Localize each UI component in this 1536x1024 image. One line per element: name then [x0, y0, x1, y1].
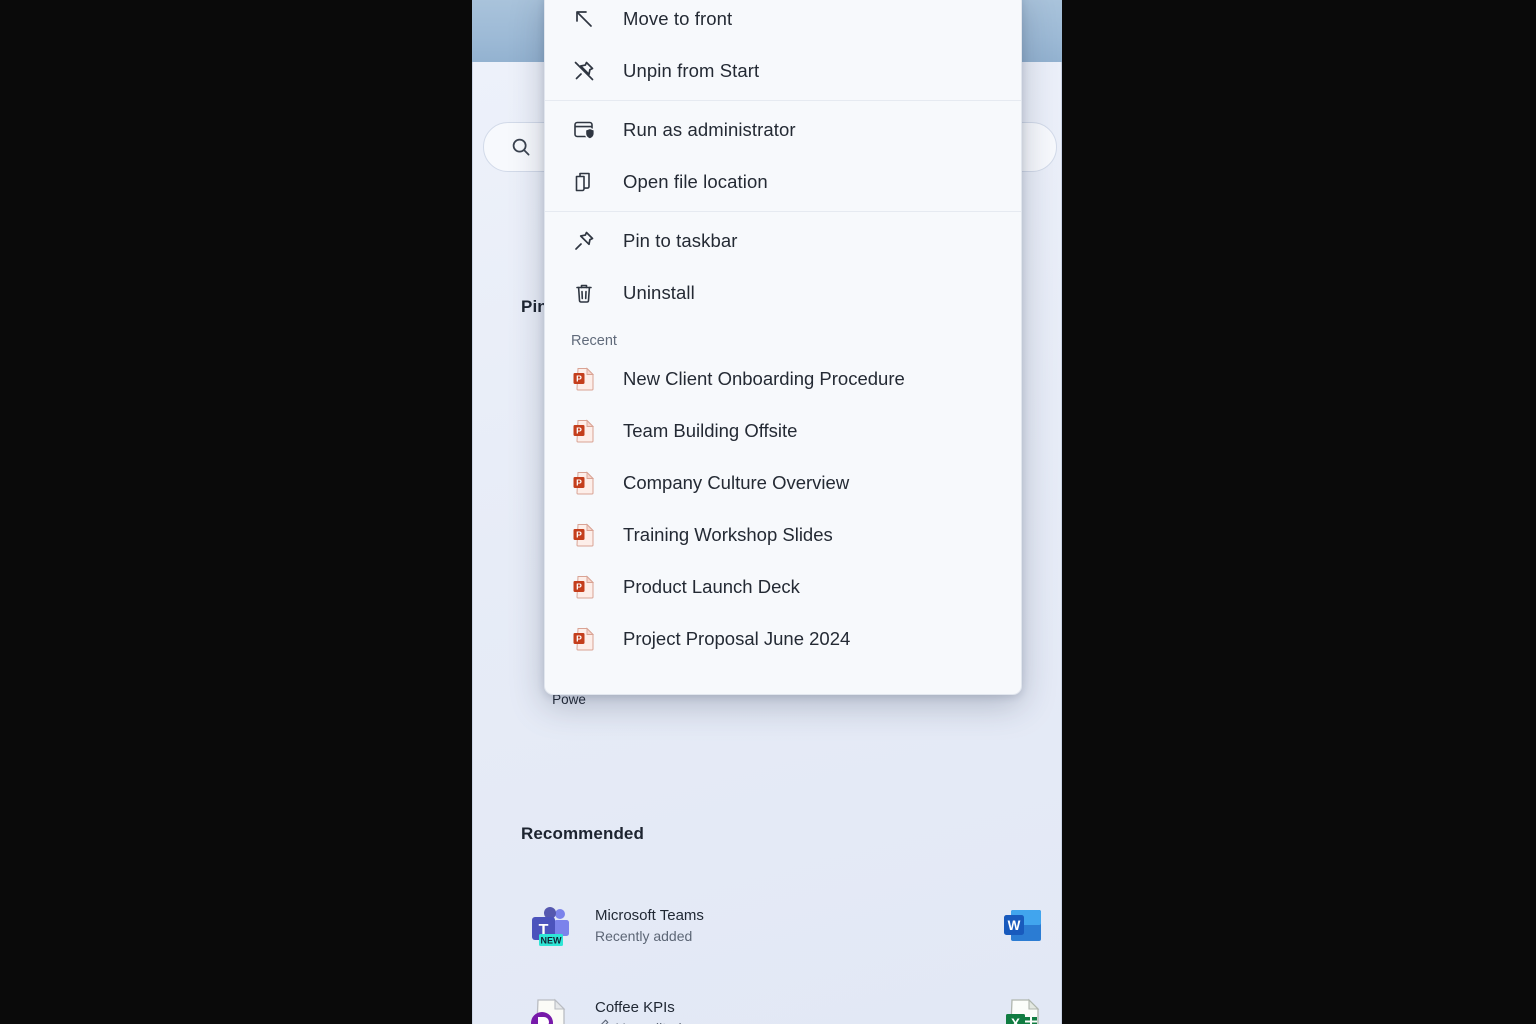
- powerpoint-file-icon: P: [571, 574, 597, 600]
- context-menu-recent-item[interactable]: P Product Launch Deck: [545, 561, 1021, 613]
- svg-text:P: P: [576, 478, 582, 488]
- context-menu-recent-heading: Recent: [571, 333, 617, 349]
- context-menu-recent-item[interactable]: P Company Culture Overview: [545, 457, 1021, 509]
- context-menu-item-unpin-from-start[interactable]: Unpin from Start: [545, 45, 1021, 97]
- context-menu-item-label: Move to front: [623, 8, 733, 29]
- powerpoint-file-icon: P: [571, 418, 597, 444]
- context-menu-item-label: Uninstall: [623, 282, 695, 303]
- recommended-heading: Recommended: [521, 824, 644, 843]
- powerpoint-file-icon: P: [571, 470, 597, 496]
- svg-text:P: P: [576, 634, 582, 644]
- search-icon: [510, 136, 532, 158]
- recommended-item-subtitle: You edited: [595, 1018, 682, 1024]
- trash-icon: [571, 280, 597, 306]
- context-menu-recent-item[interactable]: P New Client Onboarding Procedure: [545, 353, 1021, 405]
- shield-window-icon: [571, 117, 597, 143]
- recommended-item-subtitle-text: Recently added: [595, 928, 693, 945]
- move-to-front-icon: [571, 6, 597, 32]
- excel-doc-icon: X: [1001, 995, 1047, 1024]
- pin-icon: [571, 228, 597, 254]
- context-menu-item-run-as-administrator[interactable]: Run as administrator: [545, 104, 1021, 156]
- context-menu-item-label: Unpin from Start: [623, 60, 760, 81]
- unpin-icon: [571, 58, 597, 84]
- context-menu-recent-item-label: Product Launch Deck: [623, 576, 800, 597]
- context-menu-recent-item-label: Team Building Offsite: [623, 420, 798, 441]
- svg-text:X: X: [1011, 1016, 1020, 1024]
- powerpoint-file-icon: P: [571, 626, 597, 652]
- svg-text:P: P: [576, 582, 582, 592]
- svg-text:W: W: [1008, 918, 1021, 933]
- svg-text:NEW: NEW: [541, 936, 563, 946]
- svg-text:P: P: [576, 374, 582, 384]
- recommended-item-word[interactable]: W: [784, 880, 1059, 972]
- context-menu-item-label: Open file location: [623, 171, 768, 192]
- recommended-item-text: Coffee KPIs You edited: [595, 997, 682, 1024]
- context-menu: Move to front Unpin from Start Run as ad…: [544, 0, 1022, 695]
- context-menu-divider: [545, 100, 1021, 101]
- powerpoint-file-icon: P: [571, 366, 597, 392]
- folder-copy-icon: [571, 169, 597, 195]
- teams-icon: T NEW: [527, 903, 573, 949]
- recommended-item-subtitle: Recently added: [595, 926, 704, 947]
- context-menu-item-label: Pin to taskbar: [623, 230, 738, 251]
- context-menu-item-label: Run as administrator: [623, 119, 796, 140]
- recommended-item-excel[interactable]: X: [784, 972, 1059, 1024]
- context-menu-recent-item-label: Project Proposal June 2024: [623, 628, 851, 649]
- recommended-grid: T NEW Microsoft Teams Recently added W C…: [499, 880, 1059, 1024]
- recommended-item-title: Coffee KPIs: [595, 998, 675, 1016]
- context-menu-item-move-to-front[interactable]: Move to front: [545, 0, 1021, 45]
- designer-doc-icon: [527, 995, 573, 1024]
- context-menu-item-pin-to-taskbar[interactable]: Pin to taskbar: [545, 215, 1021, 267]
- context-menu-item-uninstall[interactable]: Uninstall: [545, 267, 1021, 319]
- svg-text:P: P: [576, 530, 582, 540]
- powerpoint-file-icon: P: [571, 522, 597, 548]
- context-menu-recent-item-label: New Client Onboarding Procedure: [623, 368, 905, 389]
- context-menu-item-open-file-location[interactable]: Open file location: [545, 156, 1021, 208]
- context-menu-recent-item[interactable]: P Team Building Offsite: [545, 405, 1021, 457]
- context-menu-divider: [545, 211, 1021, 212]
- word-icon: W: [1001, 903, 1047, 949]
- recommended-item-coffee-kpis[interactable]: Coffee KPIs You edited: [499, 972, 774, 1024]
- pencil-icon: [595, 1018, 610, 1024]
- context-menu-recent-item-label: Training Workshop Slides: [623, 524, 833, 545]
- screen: Pinned Edge: [0, 0, 1536, 1024]
- context-menu-recent-item-label: Company Culture Overview: [623, 472, 850, 493]
- context-menu-recent-item[interactable]: P Training Workshop Slides: [545, 509, 1021, 561]
- recommended-item-text: Microsoft Teams Recently added: [595, 905, 704, 948]
- recommended-item-teams[interactable]: T NEW Microsoft Teams Recently added: [499, 880, 774, 972]
- recommended-item-subtitle-text: You edited: [616, 1018, 682, 1024]
- svg-text:P: P: [576, 426, 582, 436]
- context-menu-recent-item[interactable]: P Project Proposal June 2024: [545, 613, 1021, 665]
- recommended-item-title: Microsoft Teams: [595, 906, 704, 924]
